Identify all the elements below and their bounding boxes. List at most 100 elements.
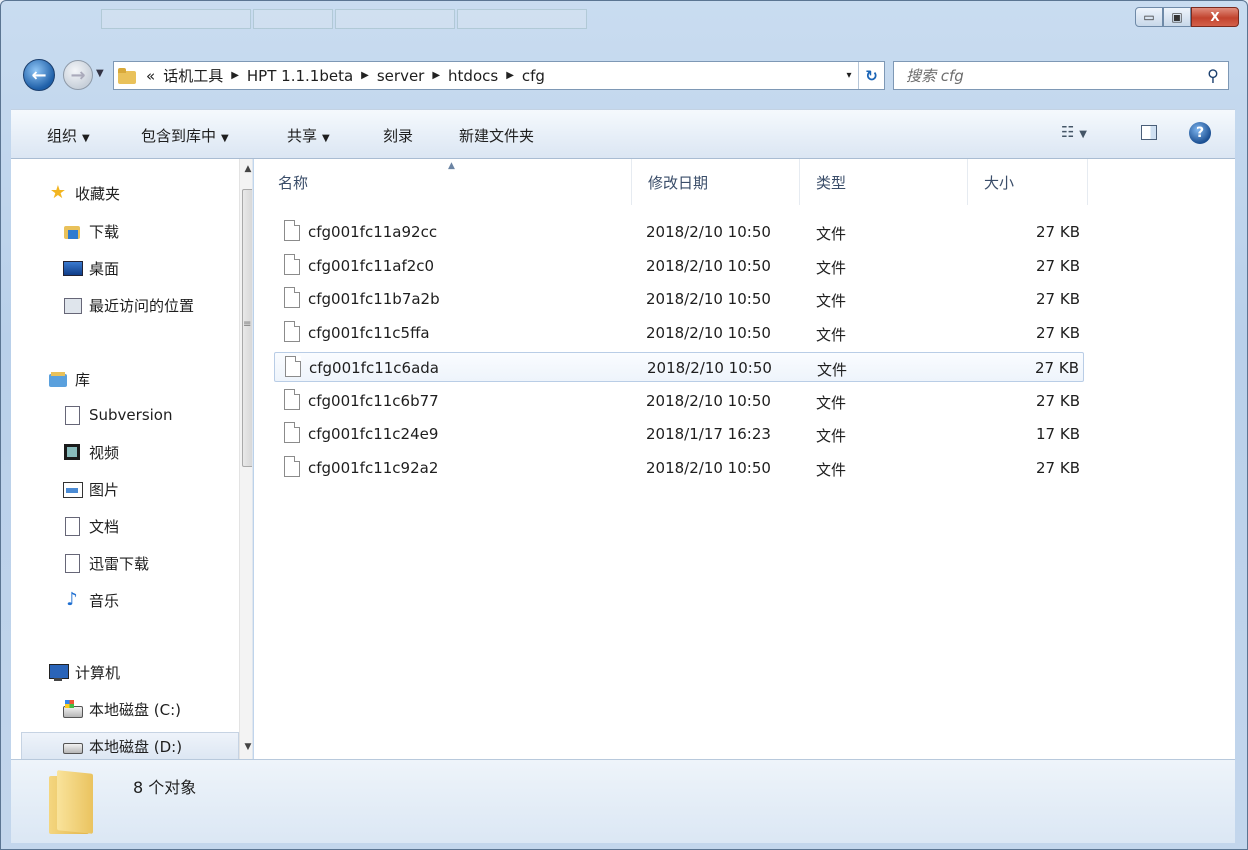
file-row[interactable]: cfg001fc11c92a2 2018/2/10 10:50 文件 27 KB <box>274 453 1084 483</box>
search-input[interactable] <box>904 65 1198 86</box>
file-icon <box>284 455 300 477</box>
file-size: 27 KB <box>1036 256 1080 275</box>
new-folder-button[interactable]: 新建文件夹 <box>459 125 534 146</box>
forward-button[interactable]: → <box>63 60 93 90</box>
include-in-library-menu[interactable]: 包含到库中 ▼ <box>141 125 229 146</box>
address-history-dropdown[interactable]: ▾ <box>840 70 858 81</box>
nav-item-label: 最近访问的位置 <box>89 296 195 315</box>
breadcrumb-item[interactable]: cfg <box>518 67 549 85</box>
file-row[interactable]: cfg001fc11c6b77 2018/2/10 10:50 文件 27 KB <box>274 386 1084 416</box>
breadcrumb-item[interactable]: htdocs <box>444 67 502 85</box>
burn-button[interactable]: 刻录 <box>383 125 413 146</box>
breadcrumb-separator-icon[interactable]: ▶ <box>502 70 518 81</box>
nav-item-label: Subversion <box>89 406 173 424</box>
column-header-name[interactable]: 名称 ▲ <box>254 159 632 205</box>
file-type: 文件 <box>816 393 847 412</box>
nav-item-pictures[interactable]: 图片 <box>63 475 119 503</box>
change-view-button[interactable]: ☷ ▼ <box>1061 123 1087 141</box>
chevron-down-icon: ▼ <box>221 133 229 144</box>
column-header-modified[interactable]: 修改日期 <box>632 159 800 205</box>
close-button[interactable]: X <box>1191 7 1239 27</box>
column-header-label: 名称 <box>278 173 309 192</box>
nav-scrollbar[interactable]: ▲ ≡ ▼ <box>239 159 252 759</box>
nav-item-desktop[interactable]: 桌面 <box>63 254 119 282</box>
nav-libraries[interactable]: 库 <box>49 365 90 393</box>
file-type: 文件 <box>816 326 847 345</box>
file-type: 文件 <box>816 292 847 311</box>
file-name: cfg001fc11c6b77 <box>308 391 439 410</box>
nav-item-music[interactable]: ♪ 音乐 <box>63 586 119 614</box>
title-bar[interactable]: ▭ ▣ X <box>1 1 1247 51</box>
share-label: 共享 <box>287 127 318 145</box>
file-row[interactable]: cfg001fc11c6ada 2018/2/10 10:50 文件 27 KB <box>274 351 1084 382</box>
scroll-up-icon[interactable]: ▲ <box>240 161 252 177</box>
file-icon <box>284 287 300 309</box>
file-size: 27 KB <box>1036 223 1080 241</box>
file-row[interactable]: cfg001fc11b7a2b 2018/2/10 10:50 文件 27 KB <box>274 284 1084 314</box>
file-size: 27 KB <box>1036 458 1080 477</box>
file-size: 27 KB <box>1036 290 1080 309</box>
file-row[interactable]: cfg001fc11c24e9 2018/1/17 16:23 文件 17 KB <box>274 419 1084 449</box>
file-type: 文件 <box>816 258 847 277</box>
preview-pane-button[interactable] <box>1141 125 1157 140</box>
breadcrumb-item[interactable]: server <box>373 67 428 85</box>
nav-favorites[interactable]: ★ 收藏夹 <box>49 179 120 207</box>
column-header-size[interactable]: 大小 <box>968 159 1088 205</box>
view-list-icon: ☷ <box>1061 123 1075 141</box>
file-name: cfg001fc11c5ffa <box>308 324 430 343</box>
nav-item-xunlei-downloads[interactable]: 迅雷下载 <box>63 549 149 577</box>
star-icon: ★ <box>49 182 67 203</box>
file-row[interactable]: cfg001fc11af2c0 2018/2/10 10:50 文件 27 KB <box>274 251 1084 281</box>
item-count: 8 个对象 <box>133 778 197 797</box>
file-icon <box>285 355 301 377</box>
file-type: 文件 <box>816 225 847 243</box>
back-button[interactable]: ← <box>23 59 55 91</box>
breadcrumb-overflow[interactable]: « <box>142 67 159 85</box>
music-icon: ♪ <box>66 589 78 610</box>
file-type: 文件 <box>816 460 847 479</box>
nav-item-documents[interactable]: 文档 <box>63 512 119 540</box>
forward-arrow-icon: → <box>70 64 86 86</box>
refresh-button[interactable]: ↻ <box>858 62 884 89</box>
minimize-button[interactable]: ▭ <box>1135 7 1163 27</box>
breadcrumb-item[interactable]: 话机工具 <box>159 65 227 86</box>
share-menu[interactable]: 共享 ▼ <box>287 125 330 146</box>
nav-item-drive-d[interactable]: 本地磁盘 (D:) <box>21 732 239 759</box>
breadcrumb-separator-icon[interactable]: ▶ <box>428 70 444 81</box>
breadcrumb-separator-icon[interactable]: ▶ <box>227 70 243 81</box>
nav-item-recent-places[interactable]: 最近访问的位置 <box>63 291 194 319</box>
nav-libraries-label: 库 <box>75 370 91 389</box>
file-row[interactable]: cfg001fc11c5ffa 2018/2/10 10:50 文件 27 KB <box>274 318 1084 348</box>
folder-icon <box>118 67 136 84</box>
file-size: 27 KB <box>1036 391 1080 410</box>
address-bar[interactable]: « 话机工具 ▶ HPT 1.1.1beta ▶ server ▶ htdocs… <box>113 61 885 90</box>
organize-menu[interactable]: 组织 ▼ <box>47 125 90 146</box>
file-icon <box>284 422 300 444</box>
nav-item-subversion[interactable]: Subversion <box>63 401 173 429</box>
pictures-icon <box>63 480 83 498</box>
breadcrumb-separator-icon[interactable]: ▶ <box>357 70 373 81</box>
nav-item-drive-c[interactable]: 本地磁盘 (C:) <box>63 695 181 723</box>
scroll-down-icon[interactable]: ▼ <box>240 739 252 755</box>
file-row[interactable]: cfg001fc11a92cc 2018/2/10 10:50 文件 27 KB <box>274 217 1084 247</box>
column-header-label: 类型 <box>816 173 847 192</box>
nav-item-downloads[interactable]: 下载 <box>63 217 119 245</box>
file-list: 名称 ▲ 修改日期 类型 大小 cfg001fc11a92cc 2018/2/10… <box>254 159 1235 759</box>
document-icon <box>63 517 81 536</box>
column-header-type[interactable]: 类型 <box>800 159 968 205</box>
search-icon[interactable]: ⚲ <box>1198 66 1228 85</box>
nav-item-videos[interactable]: 视频 <box>63 438 119 466</box>
file-name: cfg001fc11c92a2 <box>308 458 439 477</box>
search-box: ⚲ <box>893 61 1229 90</box>
nav-computer-label: 计算机 <box>75 663 121 682</box>
nav-computer[interactable]: 计算机 <box>49 658 120 686</box>
maximize-button[interactable]: ▣ <box>1163 7 1191 27</box>
file-modified-date: 2018/2/10 10:50 <box>646 391 771 410</box>
nav-item-label: 本地磁盘 (C:) <box>89 700 181 719</box>
computer-icon <box>49 663 69 681</box>
recent-pages-button[interactable]: ▼ <box>96 68 104 79</box>
help-button[interactable]: ? <box>1189 122 1211 144</box>
breadcrumb-item[interactable]: HPT 1.1.1beta <box>243 67 357 85</box>
file-modified-date: 2018/2/10 10:50 <box>646 324 771 343</box>
file-name: cfg001fc11c6ada <box>309 358 439 377</box>
